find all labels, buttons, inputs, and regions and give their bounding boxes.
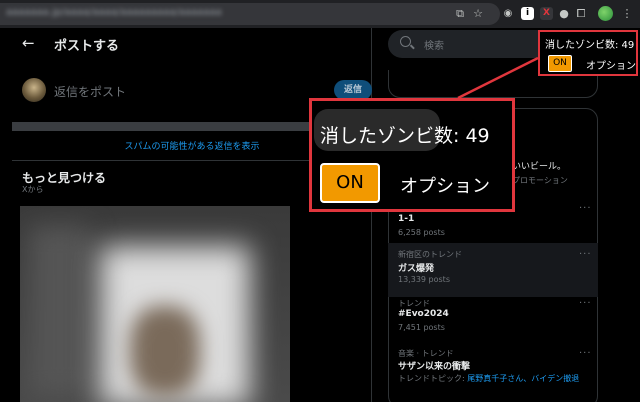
extension-info-icon[interactable]: i [521,7,534,20]
trend-name: #Evo2024 [398,309,449,319]
trend-topics: トレンドトピック: 尾野真千子さん、バイデン撤退 [398,374,580,383]
zombie-count-text: 消したゾンビ数: 49 [545,40,635,51]
extension-circle-icon[interactable]: ● [556,6,572,22]
more-options-icon[interactable]: ··· [579,249,592,260]
page-title: ポストする [54,39,120,54]
reply-button[interactable]: 返信 [334,80,372,100]
blurred-media-image[interactable] [20,206,290,402]
zombie-counter-callout: 消したゾンビ数: 49 ON オプション [309,98,515,212]
search-icon [400,36,411,47]
discover-more-subtitle: Xから [22,185,44,194]
address-text: aaaaaaa.jp/aaaa/aaaa/aaaaaaaaa/aaaaaaa [6,7,222,18]
extensions-puzzle-icon[interactable]: ⧠ [573,6,589,22]
reply-input[interactable]: 返信をポスト [54,83,126,100]
address-bar[interactable]: aaaaaaa.jp/aaaa/aaaa/aaaaaaaaa/aaaaaaa [0,3,500,25]
trend-meta: トレンド [398,299,430,308]
zombie-counter-panel: 消したゾンビ数: 49 ON オプション [538,30,638,76]
trend-meta: 新宿区のトレンド [398,250,462,259]
install-app-icon[interactable]: ⧉ [452,6,468,22]
trend-count: 7,451 posts [398,323,445,332]
toggle-on-button-large[interactable]: ON [320,163,380,203]
user-avatar[interactable] [22,78,46,102]
trend-topic-links[interactable]: 尾野真千子さん、バイデン撤退 [467,374,579,383]
trend-name: サザン以来の衝撃 [398,362,471,372]
trend-name: 1-1 [398,214,415,224]
toggle-on-button[interactable]: ON [548,55,572,72]
post-header: ← ポストする [12,28,372,60]
back-arrow-icon[interactable]: ← [22,34,35,52]
browser-toolbar: aaaaaaa.jp/aaaa/aaaa/aaaaaaaaa/aaaaaaa ⧉… [0,0,640,28]
bookmark-star-icon[interactable]: ☆ [470,6,486,22]
more-options-icon[interactable]: ··· [579,348,592,359]
trend-count: 13,339 posts [398,275,450,284]
trend-item[interactable]: トレンド #Evo2024 7,451 posts ··· [388,298,598,346]
browser-menu-icon[interactable]: ⋮ [619,6,635,22]
options-link-large[interactable]: オプション [400,172,490,198]
more-options-icon[interactable]: ··· [579,298,592,309]
promo-label: プロモーション [512,176,568,185]
trend-item[interactable]: 新宿区のトレンド ガス爆発 13,339 posts ··· [388,243,598,297]
more-options-icon[interactable]: ··· [579,203,592,214]
trend-meta: 音楽 · トレンド [398,349,454,358]
trend-count: 6,258 posts [398,228,445,237]
extension-s-icon[interactable]: ◉ [500,6,516,22]
trend-item[interactable]: 音楽 · トレンド サザン以来の衝撃 トレンドトピック: 尾野真千子さん、バイデ… [388,348,598,396]
zombie-count-text-large: 消したゾンビ数: 49 [320,125,490,147]
options-link[interactable]: オプション [586,57,636,72]
profile-avatar-icon[interactable] [598,6,613,21]
promo-text: いいビール。 [512,162,567,172]
search-input[interactable]: 検索 [424,37,444,52]
trend-name: ガス爆発 [398,264,435,274]
extension-x-icon[interactable]: X [540,7,553,20]
main-column: ← ポストする 返信をポスト 返信 スパムの可能性がある返信を表示 もっと見つけ… [12,28,372,402]
